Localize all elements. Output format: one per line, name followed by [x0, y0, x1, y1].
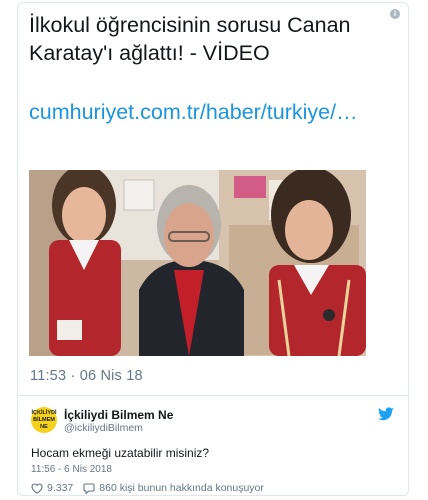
tweet-headline: İlkokul öğrencisinin sorusu Canan Karata… [29, 13, 351, 65]
video-still-image [29, 170, 366, 356]
quoted-user-avatar[interactable]: İÇKİLİYDİ BİLMEM NE [31, 407, 57, 433]
tweet-timestamp[interactable]: 11:53 · 06 Nis 18 [30, 368, 143, 384]
like-count: 9.337 [47, 482, 74, 494]
tweet-card: i İlkokul öğrencisinin sorusu Canan Kara… [17, 2, 409, 496]
conversation-action[interactable]: 860 kişi bunun hakkında konuşuyor [83, 482, 264, 494]
quoted-tweet-actions: 9.337 860 kişi bunun hakkında konuşuyor [31, 482, 274, 494]
card-divider [18, 395, 408, 396]
quoted-user-handle[interactable]: @ickiliydiBilmem [64, 422, 143, 434]
twitter-bird-icon[interactable] [378, 407, 394, 421]
quoted-tweet-date[interactable]: 11:56 - 6 Nis 2018 [31, 464, 112, 475]
comment-icon [83, 482, 95, 494]
quoted-user-name[interactable]: İçkiliydi Bilmem Ne [64, 408, 173, 422]
heart-icon [31, 482, 43, 494]
video-thumbnail[interactable] [29, 170, 366, 356]
like-action[interactable]: 9.337 [31, 482, 73, 494]
quoted-tweet-text: Hocam ekmeği uzatabilir misiniz? [31, 446, 210, 460]
article-link[interactable]: cumhuriyet.com.tr/haber/turkiye/… [29, 98, 397, 126]
conversation-count: 860 kişi bunun hakkında konuşuyor [99, 482, 264, 494]
